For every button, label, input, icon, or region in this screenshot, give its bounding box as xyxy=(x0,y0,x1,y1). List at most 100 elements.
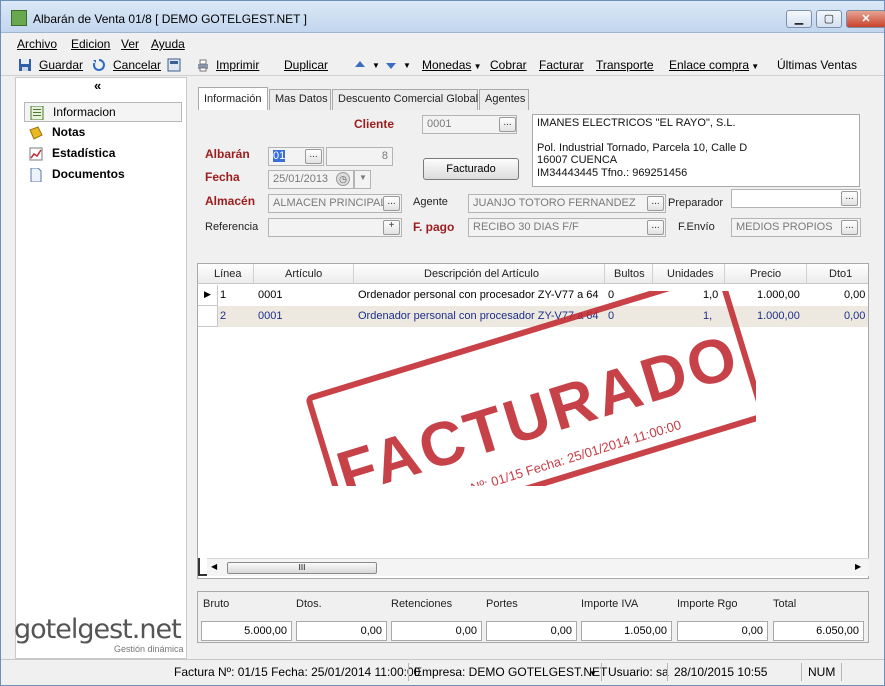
window: Albarán de Venta 01/8 [ DEMO GOTELGEST.N… xyxy=(0,0,885,686)
ultimas-ventas-button[interactable]: Últimas Ventas xyxy=(777,58,857,72)
minimize-button[interactable]: ▁ xyxy=(786,10,812,28)
window-title: Albarán de Venta 01/8 [ DEMO GOTELGEST.N… xyxy=(33,12,307,26)
fpago-lookup-button[interactable]: ... xyxy=(647,220,664,235)
status-separator xyxy=(841,663,842,681)
enlace-compra-button[interactable]: Enlace compra ▼ xyxy=(669,58,759,72)
preparador-label: Preparador xyxy=(668,197,724,209)
col-dto1[interactable]: Dto1 xyxy=(829,268,852,280)
scroll-right-icon[interactable]: ▶ xyxy=(855,562,861,571)
cell-dto1[interactable]: 0,00 xyxy=(844,310,865,322)
sidebar-item-documentos[interactable]: Documentos xyxy=(24,165,182,185)
nav-up-dropdown-icon[interactable]: ▼ xyxy=(372,61,380,70)
title-bar: Albarán de Venta 01/8 [ DEMO GOTELGEST.N… xyxy=(1,1,885,33)
sidebar-item-notas[interactable]: Notas xyxy=(24,123,182,143)
sidebar-item-estadistica[interactable]: Estadística xyxy=(24,144,182,164)
menu-ayuda[interactable]: Ayuda xyxy=(151,37,185,51)
logo-tagline: Gestión dinámica xyxy=(114,644,184,654)
cliente-lookup-button[interactable]: ... xyxy=(499,117,516,132)
total-value-retenciones: 0,00 xyxy=(391,621,482,641)
facturado-stamp: FACTURADO Factura Nº: 01/15 Fecha: 25/01… xyxy=(306,291,756,486)
menu-archivo[interactable]: Archivo xyxy=(17,37,57,51)
referencia-add-button[interactable]: + xyxy=(383,220,400,235)
close-button[interactable]: ✕ xyxy=(846,10,885,28)
tab-mas-datos[interactable]: Mas Datos xyxy=(269,89,331,111)
albaran-serie-lookup-button[interactable]: ... xyxy=(305,149,322,164)
status-factura: Factura Nº: 01/15 Fecha: 25/01/2014 11:0… xyxy=(174,665,421,679)
almacen-label: Almacén xyxy=(205,194,256,208)
almacen-lookup-button[interactable]: ... xyxy=(383,196,400,211)
total-value-iva: 1.050,00 xyxy=(581,621,672,641)
almacen-field[interactable]: ALMACEN PRINCIPAL xyxy=(268,194,402,213)
col-unidades[interactable]: Unidades xyxy=(667,268,713,280)
transporte-button[interactable]: Transporte xyxy=(596,58,654,72)
albaran-number-field[interactable]: 8 xyxy=(326,147,393,166)
row-header[interactable]: ▶ xyxy=(198,285,218,306)
cell-precio[interactable]: 1.000,00 xyxy=(757,289,800,301)
fecha-label: Fecha xyxy=(205,170,240,184)
nav-up-icon[interactable] xyxy=(353,58,367,72)
tab-descuento-comercial[interactable]: Descuento Comercial Global xyxy=(332,89,478,111)
facturar-button[interactable]: Facturar xyxy=(539,58,584,72)
scroll-thumb[interactable]: III xyxy=(227,562,377,574)
total-label-dtos: Dtos. xyxy=(296,598,322,610)
agente-lookup-button[interactable]: ... xyxy=(647,196,664,211)
fenvio-lookup-button[interactable]: ... xyxy=(841,220,858,235)
cancelar-button[interactable]: Cancelar xyxy=(113,58,161,72)
cell-precio[interactable]: 1.000,00 xyxy=(757,310,800,322)
nav-down-icon[interactable] xyxy=(384,58,398,72)
clock-icon[interactable]: ◷ xyxy=(336,172,350,186)
guardar-button[interactable]: Guardar xyxy=(39,58,83,72)
facturado-button[interactable]: Facturado xyxy=(423,158,519,180)
scroll-left-icon[interactable]: ◀ xyxy=(211,562,217,571)
toolbar: Guardar Cancelar Imprimir Duplicar ▼ ▼ M… xyxy=(1,54,884,76)
col-articulo[interactable]: Artículo xyxy=(285,268,322,280)
form-icon xyxy=(30,106,44,120)
menu-edicion[interactable]: Edicion xyxy=(71,37,110,51)
col-separator[interactable] xyxy=(253,264,254,284)
monedas-button[interactable]: Monedas ▼ xyxy=(422,58,482,72)
col-separator[interactable] xyxy=(652,264,653,284)
cell-linea[interactable]: 1 xyxy=(220,289,226,301)
cell-dto1[interactable]: 0,00 xyxy=(844,289,865,301)
collapse-sidebar-icon[interactable]: « xyxy=(94,78,101,93)
grid-horizontal-scrollbar[interactable]: ◀ III ▶ xyxy=(207,558,869,576)
tab-informacion[interactable]: Información xyxy=(198,87,268,112)
cell-articulo[interactable]: 0001 xyxy=(258,289,282,301)
col-bultos[interactable]: Bultos xyxy=(614,268,645,280)
preparador-lookup-button[interactable]: ... xyxy=(841,191,858,206)
empresa-dropdown-icon[interactable]: ▼ xyxy=(589,669,597,678)
fpago-label: F. pago xyxy=(413,220,455,234)
calculator-icon[interactable] xyxy=(167,58,181,72)
sidebar-label-documentos: Documentos xyxy=(52,167,125,181)
maximize-button[interactable]: ▢ xyxy=(816,10,842,28)
agente-field[interactable]: JUANJO TOTORO FERNANDEZ xyxy=(468,194,666,213)
sidebar-item-informacion[interactable]: Informacion xyxy=(24,102,182,122)
cliente-label: Cliente xyxy=(354,117,395,131)
col-descripcion[interactable]: Descripción del Artículo xyxy=(424,268,539,280)
imprimir-button[interactable]: Imprimir xyxy=(216,58,259,72)
menu-ver[interactable]: Ver xyxy=(121,37,139,51)
total-label-total: Total xyxy=(773,598,797,610)
tab-agentes[interactable]: Agentes xyxy=(479,89,529,111)
agente-label: Agente xyxy=(413,196,448,208)
total-label-bruto: Bruto xyxy=(203,598,230,610)
col-separator[interactable] xyxy=(724,264,725,284)
cell-articulo[interactable]: 0001 xyxy=(258,310,282,322)
fecha-dropdown-icon[interactable]: ▼ xyxy=(354,170,371,189)
col-precio[interactable]: Precio xyxy=(750,268,781,280)
row-header[interactable] xyxy=(198,306,218,327)
facturar-label: Facturar xyxy=(539,58,584,72)
referencia-field[interactable] xyxy=(268,218,402,237)
albaran-serie-value: 01 xyxy=(273,150,286,162)
duplicar-button[interactable]: Duplicar xyxy=(284,58,328,72)
total-label-retenciones: Retenciones xyxy=(391,598,453,610)
col-linea[interactable]: Línea xyxy=(214,268,242,280)
col-separator[interactable] xyxy=(353,264,354,284)
col-separator[interactable] xyxy=(806,264,807,284)
cell-linea[interactable]: 2 xyxy=(220,310,226,322)
col-separator[interactable] xyxy=(604,264,605,284)
fpago-field[interactable]: RECIBO 30 DIAS F/F xyxy=(468,218,666,237)
nav-down-dropdown-icon[interactable]: ▼ xyxy=(403,61,411,70)
logo-text: gotelgest.net xyxy=(14,614,182,645)
cobrar-button[interactable]: Cobrar xyxy=(490,58,527,72)
